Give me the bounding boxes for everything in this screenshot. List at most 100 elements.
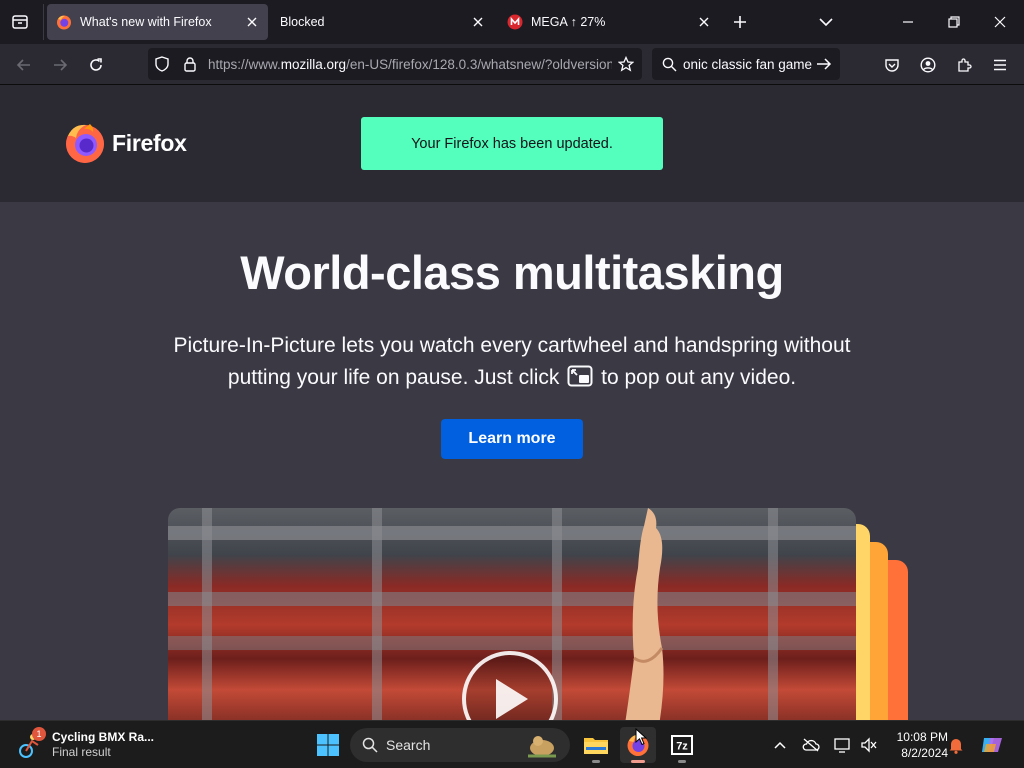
mega-icon: [507, 14, 523, 30]
web-page: Firefox Your Firefox has been updated. W…: [0, 85, 1024, 720]
tab-title: MEGA ↑ 27%: [531, 15, 606, 29]
folder-icon: [584, 738, 608, 754]
play-icon: [496, 679, 528, 719]
page-headline: World-class multitasking: [240, 246, 784, 299]
plus-icon: [734, 16, 746, 28]
widget-title: Cycling BMX Ra...: [52, 730, 155, 744]
close-tab-icon[interactable]: [694, 12, 714, 32]
gymnast-figure: [625, 508, 664, 720]
show-hidden-icons-button[interactable]: [766, 731, 794, 759]
tab-title: What's new with Firefox: [80, 15, 212, 29]
firefox-logo[interactable]: Firefox: [64, 122, 187, 164]
firefox-view-button[interactable]: [8, 10, 32, 34]
url-path: /en-US/firefox/128.0.3/whatsnew/?oldvers…: [346, 56, 612, 72]
minimize-button[interactable]: [888, 6, 928, 38]
app-indicator: [678, 760, 686, 763]
page-header: Firefox Your Firefox has been updated.: [0, 85, 1024, 202]
extensions-button[interactable]: [950, 51, 978, 79]
pocket-button[interactable]: [878, 51, 906, 79]
search-input[interactable]: onic classic fan game: [683, 57, 816, 72]
pocket-icon: [885, 59, 899, 72]
forward-arrow-icon: [54, 59, 68, 71]
search-bar[interactable]: onic classic fan game: [652, 48, 840, 80]
reload-icon: [90, 58, 102, 71]
taskbar-search-label: Search: [386, 737, 431, 753]
chevron-down-icon: [819, 18, 833, 27]
picture-in-picture-icon: [567, 365, 593, 387]
search-highlight-icon: [528, 736, 556, 758]
search-icon: [362, 737, 378, 753]
app-menu-button[interactable]: [986, 51, 1014, 79]
close-tab-icon[interactable]: [468, 12, 488, 32]
widget-subtitle: Final result: [52, 745, 111, 759]
app-indicator: [592, 760, 600, 763]
close-tab-icon[interactable]: [242, 12, 262, 32]
puzzle-icon: [958, 58, 972, 72]
minimize-icon: [903, 21, 913, 23]
account-icon: [920, 57, 936, 73]
forward-button[interactable]: [46, 51, 74, 79]
url-bar[interactable]: https://www.mozilla.org/en-US/firefox/12…: [148, 48, 642, 80]
firefox-logo-icon: [66, 124, 104, 163]
new-tab-button[interactable]: [728, 10, 752, 34]
tracking-protection-shield-icon[interactable]: [148, 50, 176, 78]
system-clock[interactable]: 10:08 PM 8/2/2024: [884, 729, 948, 761]
restore-button[interactable]: [934, 6, 974, 38]
video-card-stack: [168, 508, 928, 720]
account-button[interactable]: [914, 51, 942, 79]
lock-icon[interactable]: [176, 50, 204, 78]
background-pillar: [768, 508, 778, 720]
news-widget[interactable]: 1 Cycling BMX Ra... Final result: [18, 725, 178, 765]
volume-tray-icon[interactable]: [855, 731, 883, 759]
onedrive-tray-icon[interactable]: [797, 731, 825, 759]
reload-button[interactable]: [82, 51, 110, 79]
tab-blocked[interactable]: Blocked: [272, 4, 494, 40]
bookmark-star-icon[interactable]: [612, 50, 640, 78]
tab-separator: [43, 4, 44, 40]
network-tray-icon[interactable]: [829, 731, 857, 759]
file-explorer-app[interactable]: [578, 727, 614, 763]
background-beam: [168, 636, 856, 650]
start-button[interactable]: [312, 729, 344, 761]
speaker-muted-icon: [861, 737, 877, 753]
taskbar-search[interactable]: Search: [350, 728, 570, 762]
windows-taskbar: 1 Cycling BMX Ra... Final result Search …: [0, 720, 1024, 768]
notification-badge: 1: [32, 727, 46, 741]
svg-text:7z: 7z: [676, 741, 688, 753]
feature-description: Picture-In-Picture lets you watch every …: [140, 330, 884, 394]
clock-time: 10:08 PM: [896, 730, 948, 744]
bell-icon: [949, 739, 963, 754]
close-window-button[interactable]: [980, 6, 1020, 38]
tab-title: Blocked: [280, 15, 325, 29]
background-beam: [168, 526, 856, 540]
7zip-icon: 7z: [671, 735, 693, 755]
tab-strip: What's new with Firefox Blocked MEGA ↑ 2…: [0, 0, 1024, 44]
search-icon: [662, 57, 677, 71]
hamburger-menu-icon: [994, 59, 1006, 71]
background-pillar: [372, 508, 382, 720]
url-prefix: https://www.: [208, 56, 281, 72]
mouse-pointer-icon: [635, 728, 647, 746]
learn-more-button[interactable]: Learn more: [441, 419, 583, 459]
go-arrow-icon[interactable]: [816, 57, 832, 71]
copilot-button[interactable]: [978, 731, 1006, 759]
firefox-view-icon: [12, 15, 28, 29]
back-button[interactable]: [10, 51, 38, 79]
7zip-app[interactable]: 7z: [664, 727, 700, 763]
list-all-tabs-button[interactable]: [814, 10, 838, 34]
play-button[interactable]: [462, 651, 558, 720]
widget-text: Cycling BMX Ra... Final result: [52, 730, 154, 760]
url-text: https://www.mozilla.org/en-US/firefox/12…: [208, 57, 612, 72]
chevron-up-icon: [774, 741, 786, 749]
navigation-toolbar: https://www.mozilla.org/en-US/firefox/12…: [0, 44, 1024, 85]
restore-icon: [948, 16, 960, 28]
notifications-button[interactable]: [942, 731, 970, 759]
tab-whats-new[interactable]: What's new with Firefox: [47, 4, 268, 40]
tab-mega[interactable]: MEGA ↑ 27%: [498, 4, 720, 40]
firefox-wordmark: Firefox: [112, 129, 187, 156]
copilot-icon: [982, 738, 1002, 752]
clock-date: 8/2/2024: [901, 746, 948, 760]
description-text-part2: to pop out any video.: [601, 366, 797, 389]
firefox-icon: [57, 15, 71, 30]
video-player[interactable]: [168, 508, 856, 720]
